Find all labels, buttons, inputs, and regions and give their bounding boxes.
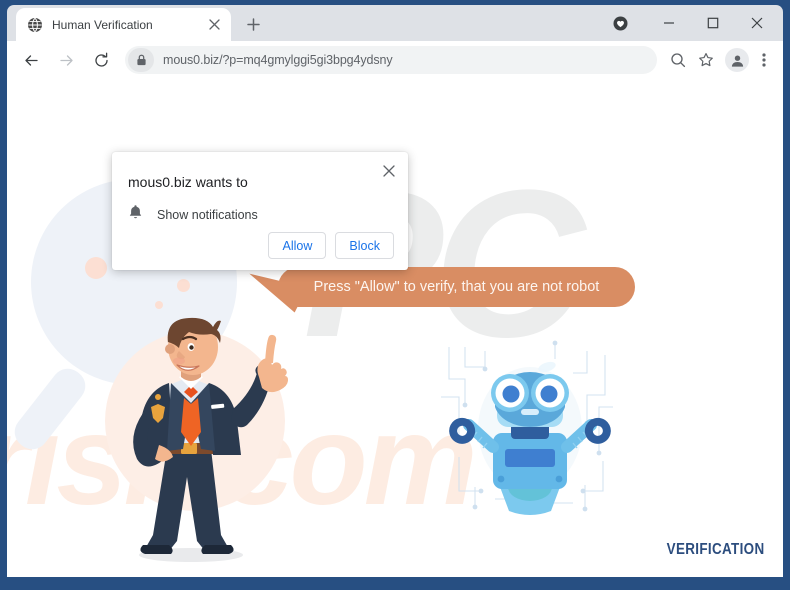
three-dot-menu-icon[interactable] xyxy=(751,47,777,73)
verification-label: VERIFICATION xyxy=(667,541,765,558)
maximize-button[interactable] xyxy=(691,5,735,41)
dialog-close-icon[interactable] xyxy=(378,160,400,182)
tab-title: Human Verification xyxy=(52,17,153,32)
decorative-dot xyxy=(155,301,163,309)
permission-row: Show notifications xyxy=(128,204,392,225)
reload-icon[interactable] xyxy=(87,46,115,74)
new-tab-button[interactable] xyxy=(239,10,267,38)
lock-icon[interactable] xyxy=(128,48,154,72)
search-zoom-icon[interactable] xyxy=(665,47,691,73)
browser-window: Human Verification mous0.biz/?p=mq4gmylg… xyxy=(0,0,790,590)
close-button[interactable] xyxy=(735,5,779,41)
businessman-pointing-illustration xyxy=(115,317,305,567)
globe-icon xyxy=(27,17,43,33)
allow-button[interactable]: Allow xyxy=(268,232,327,259)
address-bar-url: mous0.biz/?p=mq4gmylggi5gi3bpg4ydsny xyxy=(163,53,393,67)
permission-label: Show notifications xyxy=(157,207,258,222)
minimize-button[interactable] xyxy=(647,5,691,41)
page-viewport: PC risk.com xyxy=(7,79,783,577)
profile-avatar-icon[interactable] xyxy=(725,48,749,72)
decorative-dot xyxy=(85,257,107,279)
arrow-forward-icon xyxy=(52,46,80,74)
heart-circle-icon[interactable] xyxy=(607,10,633,36)
window-controls xyxy=(607,5,783,41)
plus-icon xyxy=(246,17,260,31)
dialog-actions: Allow Block xyxy=(268,232,394,259)
browser-toolbar: mous0.biz/?p=mq4gmylggi5gi3bpg4ydsny xyxy=(7,41,783,79)
tab-strip: Human Verification xyxy=(7,5,783,41)
arrow-back-icon[interactable] xyxy=(17,46,45,74)
block-button[interactable]: Block xyxy=(335,232,394,259)
tab-close-icon[interactable] xyxy=(205,16,223,34)
bell-icon xyxy=(128,204,143,225)
speech-bubble: Press "Allow" to verify, that you are no… xyxy=(278,267,635,307)
notification-permission-dialog: mous0.biz wants to Show notifications Al… xyxy=(112,152,408,270)
decorative-dot xyxy=(177,279,190,292)
speech-bubble-text: Press "Allow" to verify, that you are no… xyxy=(313,279,600,295)
dialog-title: mous0.biz wants to xyxy=(128,174,248,190)
star-icon[interactable] xyxy=(693,47,719,73)
browser-tab[interactable]: Human Verification xyxy=(16,8,231,41)
address-bar[interactable]: mous0.biz/?p=mq4gmylggi5gi3bpg4ydsny xyxy=(125,46,657,74)
blue-robot-illustration xyxy=(435,337,625,517)
